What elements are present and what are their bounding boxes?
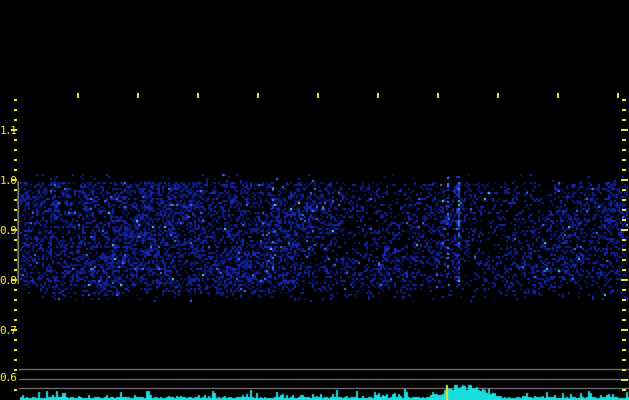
y-tick-left <box>14 219 17 221</box>
y-tick-left <box>14 359 17 361</box>
y-tick-right <box>622 339 626 341</box>
y-tick-right <box>622 219 626 221</box>
y-tick-left <box>14 159 17 161</box>
y-tick-label: 0.7 <box>0 324 17 337</box>
y-tick-right <box>622 239 626 241</box>
y-tick-left <box>14 149 17 151</box>
y-tick-label: 0.6 <box>0 371 18 384</box>
x-tick <box>617 93 619 98</box>
y-tick-left <box>14 199 17 201</box>
y-tick-left <box>14 269 17 271</box>
y-tick-right <box>622 309 626 311</box>
y-tick-left <box>14 119 17 121</box>
x-tick <box>497 93 499 98</box>
y-tick-left <box>14 319 17 321</box>
y-tick-right <box>622 299 626 301</box>
y-tick-right <box>622 389 626 391</box>
x-tick <box>77 93 79 98</box>
y-tick-left <box>14 209 17 211</box>
y-tick-right <box>622 369 626 371</box>
y-tick-right <box>622 119 626 121</box>
y-tick-label: 0.8 <box>0 274 17 287</box>
x-tick <box>377 93 379 98</box>
y-tick-left <box>14 299 17 301</box>
y-tick-label: 1.1 <box>0 124 17 137</box>
y-tick-right <box>621 229 628 231</box>
y-tick-left <box>14 99 17 101</box>
y-tick-right <box>622 259 626 261</box>
y-tick-left <box>14 139 17 141</box>
y-tick-left <box>14 389 17 391</box>
y-tick-left <box>14 259 17 261</box>
y-tick-right <box>621 179 628 181</box>
y-tick-right <box>622 159 626 161</box>
y-tick-left <box>14 189 17 191</box>
y-tick-right <box>622 269 626 271</box>
hrofft-screen: H R O F F T UT2510102300.pn meteor 25.10… <box>0 0 629 400</box>
y-tick-right <box>622 199 626 201</box>
x-tick <box>557 93 559 98</box>
y-tick-left <box>14 169 17 171</box>
y-tick-right <box>622 209 626 211</box>
spectrogram-canvas <box>0 0 629 400</box>
y-tick-right <box>622 149 626 151</box>
y-tick-right <box>621 129 628 131</box>
y-tick-right <box>622 319 626 321</box>
y-tick-right <box>622 359 626 361</box>
y-tick-label: 0.9 <box>0 224 17 237</box>
y-tick-right <box>621 329 628 331</box>
y-tick-left <box>14 289 17 291</box>
y-tick-left <box>14 109 17 111</box>
y-tick-left <box>14 349 17 351</box>
x-tick <box>257 93 259 98</box>
y-tick-right <box>622 139 626 141</box>
y-tick-right <box>622 249 626 251</box>
y-tick-right <box>621 279 628 281</box>
y-tick-right <box>622 289 626 291</box>
y-tick-left <box>14 239 17 241</box>
x-tick <box>197 93 199 98</box>
y-tick-right <box>622 349 626 351</box>
x-tick <box>437 93 439 98</box>
y-tick-right <box>622 109 626 111</box>
x-tick <box>317 93 319 98</box>
y-tick-left <box>14 339 17 341</box>
y-tick-left <box>14 249 17 251</box>
y-tick-left <box>14 309 17 311</box>
y-tick-right <box>622 169 626 171</box>
x-tick <box>137 93 139 98</box>
y-tick-right <box>621 379 628 381</box>
y-tick-label: 1.0 <box>0 174 17 187</box>
y-tick-right <box>622 99 626 101</box>
y-tick-right <box>622 189 626 191</box>
